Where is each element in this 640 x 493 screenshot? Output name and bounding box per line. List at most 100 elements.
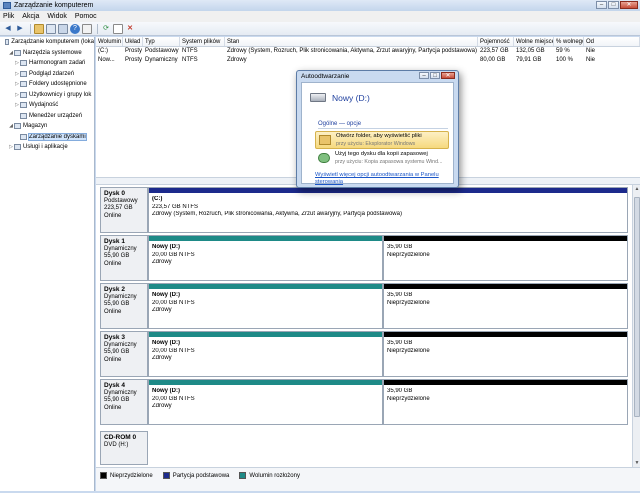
disk-type: Podstawowy	[104, 197, 138, 204]
column-header[interactable]: Pojemność	[478, 37, 514, 46]
back-icon[interactable]: ◀	[3, 24, 13, 34]
window-titlebar: Zarządzanie komputerem – □ ✕	[0, 0, 640, 11]
tree-item[interactable]: Zarządzanie dyskami	[0, 132, 94, 143]
toolbar-separator	[97, 23, 98, 34]
autoplay-dialog: Autoodtwarzanie – □ ✕ Nowy (D:) Ogólne —…	[296, 70, 459, 188]
disk-info[interactable]: Dysk 4 Dynamiczny 55,90 GB Online	[100, 379, 148, 425]
scroll-down-icon[interactable]: ▼	[633, 459, 640, 467]
disk-info[interactable]: Dysk 3 Dynamiczny 55,90 GB Online	[100, 331, 148, 377]
disk-type: Dynamiczny	[104, 389, 137, 396]
dialog-minimize-button[interactable]: –	[419, 72, 429, 79]
partition-state: Zdrowy	[152, 403, 172, 409]
table-cell: Podstawowy	[145, 48, 179, 54]
tree-node-icon	[20, 70, 27, 77]
option-subtitle: przy użyciu: Kopia zapasowa systemu Wind…	[335, 158, 443, 165]
disk-map-scrollbar[interactable]: ▲ ▼	[632, 185, 640, 467]
disk-row[interactable]: Dysk 1 Dynamiczny 55,90 GB Online Nowy (D:) 2…	[100, 235, 628, 281]
column-header[interactable]: System plików	[180, 37, 225, 46]
unallocated-space[interactable]: 35,90 GB Nieprzydzielone	[383, 379, 628, 425]
scroll-thumb[interactable]	[634, 197, 640, 417]
tree-item-label: Menedżer urządzeń	[29, 112, 83, 119]
disk-row[interactable]: CD-ROM 0 DVD (H:)	[100, 431, 628, 465]
tree-item[interactable]: ▷ Harmonogram zadań	[0, 58, 94, 69]
more-autoplay-options-link[interactable]: Wyświetl więcej opcji autoodtwarzania w …	[315, 172, 451, 186]
unallocated-space[interactable]: 35,90 GB Nieprzydzielone	[383, 283, 628, 329]
column-header[interactable]: Układ	[123, 37, 143, 46]
partition-fs: 35,90 GB	[387, 244, 413, 250]
forward-icon[interactable]: ▶	[15, 24, 25, 34]
disk-map: Dysk 0 Podstawowy 223,57 GB Online (C:) 223,5…	[96, 185, 632, 467]
backup-option[interactable]: Użyj tego dysku dla kopii zapasowej przy…	[315, 150, 449, 168]
partition[interactable]: Nowy (D:) 20,00 GB NTFS Zdrowy	[148, 331, 383, 377]
legend-swatch	[100, 472, 107, 479]
export-icon[interactable]	[82, 23, 92, 34]
tree-item[interactable]: ◢ Narzędzia systemowe	[0, 48, 94, 59]
column-header[interactable]: % wolnego	[554, 37, 584, 46]
dialog-maximize-button[interactable]: □	[430, 72, 440, 79]
new-icon[interactable]	[113, 23, 123, 34]
tree-item-label: Usługi i aplikacje	[23, 144, 68, 151]
up-icon[interactable]	[34, 23, 44, 34]
tree-item-label: Narzędzia systemowe	[23, 49, 82, 56]
console-tree-icon[interactable]	[46, 23, 56, 34]
menu-action[interactable]: Akcja	[22, 13, 39, 20]
menu-file[interactable]: Plik	[3, 13, 14, 20]
tree-item-label: Magazyn	[23, 123, 48, 130]
disk-name: Dysk 2	[104, 286, 125, 293]
disk-info[interactable]: Dysk 0 Podstawowy 223,57 GB Online	[100, 187, 148, 233]
tree-item[interactable]: Zarządzanie komputerem (loka	[0, 37, 94, 48]
legend-label: Nieprzydzielone	[110, 472, 153, 479]
disk-info[interactable]: CD-ROM 0 DVD (H:)	[100, 431, 148, 465]
column-header[interactable]: Wolumin	[96, 37, 123, 46]
dialog-close-button[interactable]: ✕	[441, 72, 455, 79]
disk-info[interactable]: Dysk 2 Dynamiczny 55,90 GB Online	[100, 283, 148, 329]
maximize-button[interactable]: □	[608, 1, 619, 9]
disk-row[interactable]: Dysk 2 Dynamiczny 55,90 GB Online Nowy (D:) 2…	[100, 283, 628, 329]
open-folder-option[interactable]: Otwórz folder, aby wyświetlić pliki przy…	[315, 131, 449, 149]
refresh-icon[interactable]: ⟳	[101, 24, 111, 34]
disk-row[interactable]: Dysk 3 Dynamiczny 55,90 GB Online Nowy (D:) 2…	[100, 331, 628, 377]
tree-item[interactable]: ▷ Wydajność	[0, 100, 94, 111]
menu-help[interactable]: Pomoc	[75, 13, 97, 20]
delete-icon[interactable]: ✕	[125, 24, 135, 34]
minimize-button[interactable]: –	[596, 1, 607, 9]
disk-row[interactable]: Dysk 4 Dynamiczny 55,90 GB Online Nowy (D:) 2…	[100, 379, 628, 425]
column-header[interactable]: Wolne miejsce	[514, 37, 554, 46]
tree-item-label: Harmonogram zadań	[29, 60, 86, 67]
disk-info[interactable]: Dysk 1 Dynamiczny 55,90 GB Online	[100, 235, 148, 281]
properties-icon[interactable]	[58, 23, 68, 34]
disk-row[interactable]: Dysk 0 Podstawowy 223,57 GB Online (C:) 223,5…	[100, 187, 628, 233]
unallocated-space[interactable]: 35,90 GB Nieprzydzielone	[383, 331, 628, 377]
table-cell: NTFS	[182, 57, 198, 63]
column-header[interactable]: Typ	[143, 37, 180, 46]
table-cell: Prosty	[125, 48, 143, 54]
column-header[interactable]: Stan	[225, 37, 478, 46]
unallocated-space[interactable]: 35,90 GB Nieprzydzielone	[383, 235, 628, 281]
partition[interactable]: Nowy (D:) 20,00 GB NTFS Zdrowy	[148, 235, 383, 281]
disk-status: Online	[104, 404, 122, 411]
tree-item[interactable]: Menedżer urządzeń	[0, 111, 94, 122]
scroll-up-icon[interactable]: ▲	[633, 185, 640, 193]
disk-name: CD-ROM 0	[104, 434, 137, 441]
tree-item[interactable]: ▷ Foldery udostępnione	[0, 79, 94, 90]
partition[interactable]: (C:) 223,57 GB NTFS Zdrowy (System, Rozruc…	[148, 187, 628, 233]
volume-table-header: Wolumin Układ Typ System plików Stan Pojemnoś…	[96, 37, 640, 47]
tree-item[interactable]: ▷ Użytkownicy i grupy lok	[0, 90, 94, 101]
partition[interactable]: Nowy (D:) 20,00 GB NTFS Zdrowy	[148, 379, 383, 425]
table-row[interactable]: Now... Prosty Dynamiczny NTFS Zdrowy 80,00 GB…	[96, 56, 640, 65]
option-title: Otwórz folder, aby wyświetlić pliki	[336, 133, 422, 139]
disk-type: Dynamiczny	[104, 245, 137, 252]
help-icon[interactable]: ?	[70, 23, 80, 34]
tree-item[interactable]: ▷ Usługi i aplikacje	[0, 142, 94, 153]
close-button[interactable]: ✕	[620, 1, 638, 9]
column-header[interactable]: Od	[584, 37, 640, 46]
tree-item[interactable]: ▷ Podgląd zdarzeń	[0, 69, 94, 80]
tree-item[interactable]: ◢ Magazyn	[0, 121, 94, 132]
table-row[interactable]: (C:) Prosty Podstawowy NTFS Zdrowy (System, …	[96, 47, 640, 56]
partition[interactable]: Nowy (D:) 20,00 GB NTFS Zdrowy	[148, 283, 383, 329]
menu-view[interactable]: Widok	[47, 13, 66, 20]
computer-management-icon	[3, 2, 11, 9]
partition-details: 35,90 GB Nieprzydzielone	[384, 337, 627, 358]
disk-name: Dysk 4	[104, 382, 125, 389]
disk-size: 223,57 GB	[104, 205, 133, 211]
